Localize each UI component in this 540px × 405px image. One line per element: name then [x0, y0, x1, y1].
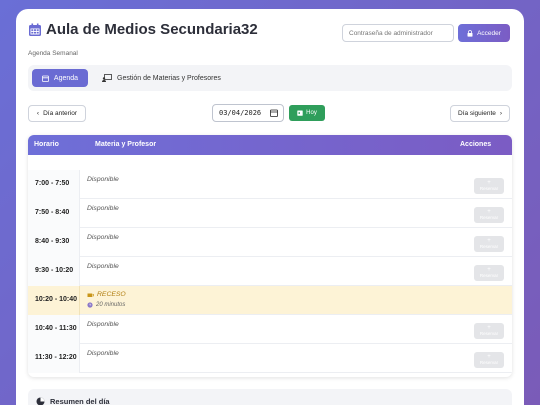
column-acciones: Acciones: [460, 141, 492, 148]
today-button[interactable]: Hoy: [289, 105, 325, 121]
slot-status: Disponible: [87, 263, 119, 270]
tab-gestion[interactable]: Gestión de Materias y Profesores: [102, 69, 221, 87]
calendar-day-icon: [297, 110, 303, 116]
chalkboard-user-icon: [102, 74, 112, 82]
time-slot: 7:50 - 8:40: [28, 199, 80, 228]
schedule-table: Horario Materia y Profesor Acciones 7:00…: [28, 135, 512, 377]
previous-day-button[interactable]: ‹ Día anterior: [28, 105, 86, 122]
slot-status: Disponible: [87, 234, 119, 241]
slot-status: Disponible: [87, 205, 119, 212]
login-button[interactable]: Acceder: [458, 24, 510, 42]
calendar-icon: [42, 75, 49, 82]
column-materia: Materia y Profesor: [95, 141, 157, 148]
date-value: 03/04/2026: [219, 109, 262, 117]
table-row: 7:50 - 8:40 Disponible + Reservar: [28, 199, 512, 228]
time-slot: 8:40 - 9:30: [28, 228, 80, 257]
time-slot: 9:30 - 10:20: [28, 257, 80, 286]
reserve-button[interactable]: + Reservar: [474, 236, 504, 252]
time-slot: 10:40 - 11:30: [28, 315, 80, 344]
reserve-label: Reservar: [479, 214, 499, 220]
reserve-button[interactable]: + Reservar: [474, 352, 504, 368]
table-row-recess: 10:20 - 10:40 RECESO 20 minutos: [28, 286, 512, 315]
reserve-label: Reservar: [479, 272, 499, 278]
day-summary: Resumen del día: [28, 389, 512, 405]
app-title: Aula de Medios Secundaria32: [46, 21, 258, 38]
reserve-label: Reservar: [479, 243, 499, 249]
table-row: 10:40 - 11:30 Disponible + Reservar: [28, 315, 512, 344]
chevron-left-icon: ‹: [36, 110, 40, 117]
coffee-icon: [87, 293, 94, 297]
admin-password-input[interactable]: [342, 24, 454, 42]
time-slot: 11:30 - 12:20: [28, 344, 80, 373]
date-input[interactable]: 03/04/2026: [212, 104, 284, 122]
recess-text: RECESO: [97, 291, 126, 298]
calendar-picker-icon[interactable]: [270, 109, 278, 117]
column-horario: Horario: [34, 141, 59, 148]
reserve-button[interactable]: + Reservar: [474, 178, 504, 194]
reserve-label: Reservar: [479, 330, 499, 336]
reserve-button[interactable]: + Reservar: [474, 207, 504, 223]
calendar-icon: [29, 23, 41, 36]
tab-bar: Agenda Gestión de Materias y Profesores: [28, 65, 512, 91]
tab-gestion-label: Gestión de Materias y Profesores: [117, 74, 221, 82]
main-card: Aula de Medios Secundaria32 Agenda Seman…: [16, 9, 524, 405]
slot-status: Disponible: [87, 321, 119, 328]
time-slot: 7:00 - 7:50: [28, 170, 80, 199]
reserve-button[interactable]: + Reservar: [474, 265, 504, 281]
time-slot: 10:20 - 10:40: [28, 286, 80, 315]
recess-label: RECESO: [87, 291, 126, 298]
recess-duration-text: 20 minutos: [96, 302, 126, 308]
reserve-button[interactable]: + Reservar: [474, 323, 504, 339]
lock-icon: [467, 29, 473, 37]
table-row: 7:00 - 7:50 Disponible + Reservar: [28, 170, 512, 199]
tab-agenda-label: Agenda: [53, 74, 79, 82]
app-subtitle: Agenda Semanal: [28, 50, 78, 57]
next-day-label: Día siguiente: [457, 110, 496, 117]
table-row: 8:40 - 9:30 Disponible + Reservar: [28, 228, 512, 257]
summary-title: Resumen del día: [50, 397, 110, 405]
table-row: 9:30 - 10:20 Disponible + Reservar: [28, 257, 512, 286]
table-row: 11:30 - 12:20 Disponible + Reservar: [28, 344, 512, 373]
table-header: Horario Materia y Profesor Acciones: [28, 135, 512, 155]
slot-status: Disponible: [87, 176, 119, 183]
reserve-label: Reservar: [479, 359, 499, 365]
pie-chart-icon: [36, 397, 45, 405]
login-button-label: Acceder: [477, 29, 501, 37]
tab-agenda[interactable]: Agenda: [32, 69, 88, 87]
slot-status: Disponible: [87, 350, 119, 357]
clock-icon: [87, 302, 93, 308]
chevron-right-icon: ›: [499, 110, 503, 117]
previous-day-label: Día anterior: [43, 110, 78, 117]
today-button-label: Hoy: [306, 110, 317, 116]
recess-duration: 20 minutos: [87, 302, 125, 308]
reserve-label: Reservar: [479, 185, 499, 191]
next-day-button[interactable]: Día siguiente ›: [450, 105, 510, 122]
